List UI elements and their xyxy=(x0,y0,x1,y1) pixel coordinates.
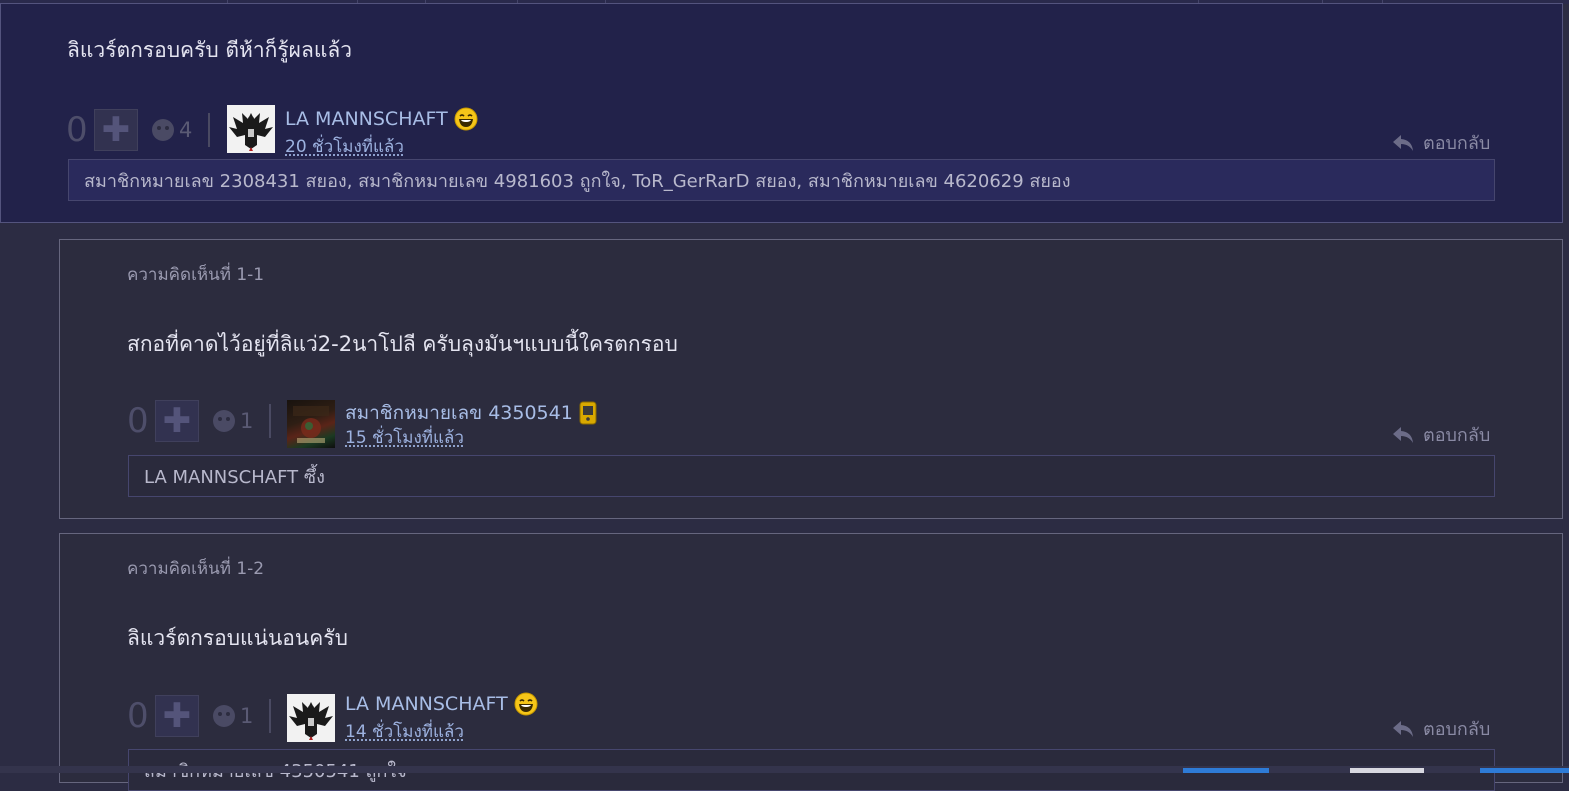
plus-icon[interactable]: ✚ xyxy=(155,400,199,442)
reply-arrow-icon xyxy=(1393,134,1413,151)
divider xyxy=(269,699,272,733)
reactions-list: LA MANNSCHAFT ซึ้ง xyxy=(128,455,1495,497)
comment-number-label: ความคิดเห็นที่ 1-2 xyxy=(127,559,265,579)
divider xyxy=(269,404,272,438)
vote-group: 0 ✚ 4 xyxy=(66,109,211,151)
avatar[interactable] xyxy=(227,105,275,153)
reply-label[interactable]: ตอบกลับ xyxy=(1423,420,1490,449)
comment-number-label: ความคิดเห็นที่ 1-1 xyxy=(127,265,265,285)
vote-count: 0 xyxy=(127,401,149,441)
mobile-phone-icon xyxy=(579,401,597,425)
reply-comment: ความคิดเห็นที่ 1-1 สกอที่คาดไว้อยู่ที่ลิ… xyxy=(59,239,1563,519)
author-link[interactable]: LA MANNSCHAFT xyxy=(285,107,478,131)
emotion-face-icon[interactable] xyxy=(213,705,235,727)
emotion-count[interactable]: 1 xyxy=(240,704,253,728)
laughing-emoji-icon xyxy=(514,692,538,716)
divider xyxy=(208,113,211,147)
reply-button[interactable]: ตอบกลับ xyxy=(1391,128,1490,157)
bottom-toolbar-edge xyxy=(0,766,1569,773)
laughing-emoji-icon xyxy=(454,107,478,131)
author-name[interactable]: LA MANNSCHAFT xyxy=(345,693,508,715)
comment-body: ลิแวร์ตกรอบครับ ตีห้าก็รู้ผลแล้ว xyxy=(67,38,353,62)
avatar[interactable] xyxy=(287,694,335,742)
comment-time[interactable]: 14 ชั่วโมงที่แล้ว xyxy=(345,718,464,745)
eagle-avatar-image xyxy=(287,694,335,742)
reply-comment: ความคิดเห็นที่ 1-2 ลิแวร์ตกรอบแน่นอนครับ… xyxy=(59,533,1563,791)
eagle-avatar-image xyxy=(227,105,275,153)
reply-arrow-icon xyxy=(1393,426,1413,443)
comment-time[interactable]: 20 ชั่วโมงที่แล้ว xyxy=(285,133,404,160)
comment-body: ลิแวร์ตกรอบแน่นอนครับ xyxy=(127,626,348,650)
reactions-list: สมาชิกหมายเลข 2308431 สยอง, สมาชิกหมายเล… xyxy=(68,159,1495,201)
plus-icon[interactable]: ✚ xyxy=(94,109,138,151)
vote-count: 0 xyxy=(127,696,149,736)
emotion-count[interactable]: 4 xyxy=(179,118,192,142)
emotion-face-icon[interactable] xyxy=(213,410,235,432)
vote-group: 0 ✚ 1 xyxy=(127,400,272,442)
emotion-face-icon[interactable] xyxy=(152,119,174,141)
comment-main: ลิแวร์ตกรอบครับ ตีห้าก็รู้ผลแล้ว 0 ✚ 4 L… xyxy=(0,3,1563,223)
reply-button[interactable]: ตอบกลับ xyxy=(1391,420,1490,449)
poster-avatar-image xyxy=(293,406,329,443)
plus-icon[interactable]: ✚ xyxy=(155,695,199,737)
reply-label[interactable]: ตอบกลับ xyxy=(1423,714,1490,743)
vote-count: 0 xyxy=(66,110,88,150)
vote-group: 0 ✚ 1 xyxy=(127,695,272,737)
comment-time[interactable]: 15 ชั่วโมงที่แล้ว xyxy=(345,424,464,451)
avatar[interactable] xyxy=(287,400,335,448)
reply-label[interactable]: ตอบกลับ xyxy=(1423,128,1490,157)
comment-body: สกอที่คาดไว้อยู่ที่ลิแว่2-2นาโปลี ครับลุ… xyxy=(127,332,678,356)
reply-arrow-icon xyxy=(1393,720,1413,737)
reply-button[interactable]: ตอบกลับ xyxy=(1391,714,1490,743)
author-name[interactable]: LA MANNSCHAFT xyxy=(285,108,448,130)
emotion-count[interactable]: 1 xyxy=(240,409,253,433)
author-link[interactable]: LA MANNSCHAFT xyxy=(345,692,538,716)
